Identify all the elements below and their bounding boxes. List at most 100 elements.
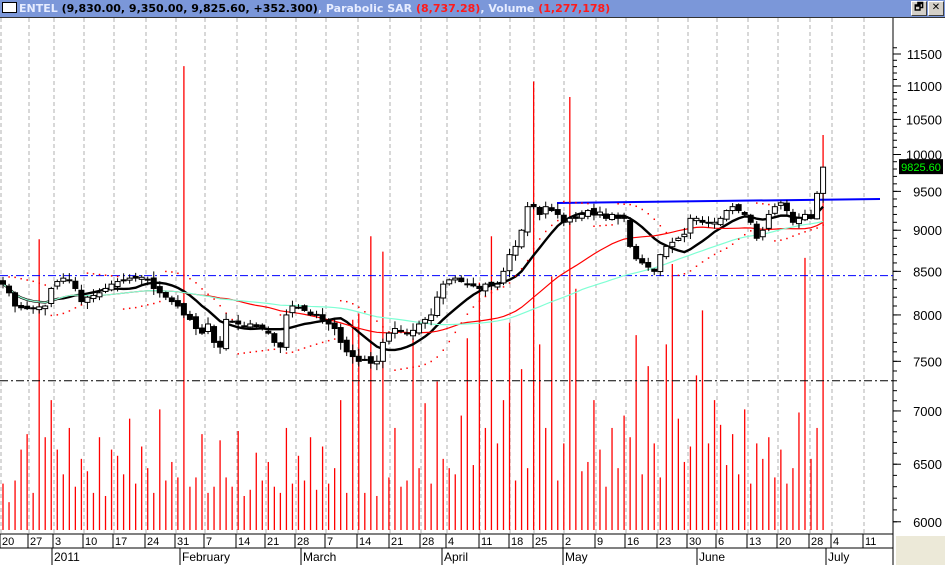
candle-body — [482, 283, 489, 292]
candle-body — [590, 208, 597, 215]
candle-body — [639, 258, 646, 264]
sar-dot — [750, 230, 752, 232]
candle-body — [337, 327, 344, 343]
candle-body — [331, 322, 338, 330]
volume-bars — [2, 66, 824, 530]
sar-dot — [279, 314, 282, 316]
candle-body — [645, 261, 652, 268]
sar-dot — [358, 306, 360, 308]
candle-body — [596, 211, 603, 216]
sar-dot — [147, 304, 149, 306]
candle-body — [663, 245, 670, 258]
candle-body — [452, 277, 459, 281]
sar-dot — [346, 300, 348, 303]
candle-body — [729, 206, 736, 212]
candle-body — [723, 210, 730, 220]
candle-body — [72, 280, 79, 289]
candle-body — [584, 210, 591, 217]
day-label: 21 — [267, 536, 279, 548]
sar-dot — [786, 237, 788, 240]
sar-dot — [303, 347, 306, 349]
candle-body — [603, 213, 609, 219]
sar-dot — [665, 231, 668, 234]
candle-body — [705, 221, 712, 224]
sar-dot — [86, 272, 89, 274]
sar-dot — [508, 282, 511, 284]
candle-body — [295, 306, 302, 309]
sar-dot — [219, 304, 221, 307]
month-label: June — [699, 550, 725, 564]
price-label: 9500 — [913, 184, 942, 199]
day-label: 14 — [359, 536, 371, 548]
day-label: 6 — [718, 536, 724, 548]
candle-body — [313, 313, 320, 316]
sar-dot — [466, 313, 469, 315]
candle-body — [259, 324, 266, 330]
candle-body — [217, 340, 224, 348]
sar-dot — [719, 250, 722, 252]
sar-dot — [520, 267, 523, 270]
sar-dot — [38, 282, 40, 284]
sar-dot — [816, 227, 818, 229]
sar-dot — [653, 218, 656, 221]
sar-dot — [50, 314, 53, 317]
candle-body — [651, 268, 658, 272]
sar-dot — [532, 247, 535, 250]
sar-dot — [743, 233, 746, 236]
sar-dot — [424, 363, 426, 366]
sar-dot — [448, 340, 451, 343]
parabolic-sar — [8, 200, 824, 371]
day-label: 21 — [391, 536, 403, 548]
sar-dot — [195, 282, 197, 284]
candle-body — [494, 283, 501, 288]
sar-dot — [56, 314, 59, 316]
sar-dot — [44, 284, 47, 286]
sar-dot — [122, 308, 125, 310]
sar-dot — [291, 351, 294, 353]
sar-dot — [171, 271, 173, 273]
last-price-value: 9825.60 — [901, 162, 941, 174]
sar-dot — [599, 225, 601, 227]
candle-body — [114, 281, 121, 287]
sar-dot — [575, 201, 577, 204]
sar-dot — [822, 224, 824, 226]
day-label: 24 — [147, 536, 159, 548]
sar-dot — [273, 348, 276, 351]
price-label: 7000 — [913, 404, 942, 419]
sar-dot — [436, 356, 438, 358]
sar-dot — [659, 224, 662, 227]
candle-body — [795, 217, 802, 225]
day-label: 10 — [85, 536, 97, 548]
candle-body — [186, 313, 193, 320]
price-chart[interactable]: 1150011000105001000095009000850080007500… — [0, 0, 945, 565]
month-label: May — [565, 550, 588, 564]
price-label: 6000 — [913, 515, 942, 530]
sar-dot — [623, 203, 625, 205]
candle-body — [241, 325, 248, 328]
candle-body — [627, 219, 634, 247]
candle-body — [367, 356, 374, 364]
sar-dot — [641, 208, 643, 211]
day-label: 7 — [327, 536, 333, 548]
candle-body — [783, 202, 790, 212]
candle-body — [771, 206, 778, 214]
candle-body — [615, 214, 622, 219]
candle-body — [168, 297, 175, 303]
candle-body — [789, 211, 796, 223]
day-label: 20 — [2, 536, 14, 548]
sar-dot — [352, 303, 354, 305]
candle-body — [132, 275, 139, 279]
sar-dot — [430, 360, 432, 363]
sar-dot — [62, 312, 65, 315]
candle-body — [108, 283, 115, 291]
sar-dot — [804, 231, 806, 233]
sar-dot — [635, 205, 637, 208]
candle-body — [283, 314, 290, 348]
candle-body — [235, 320, 242, 325]
candle-body — [428, 314, 435, 321]
sar-dot — [237, 353, 239, 355]
sar-dot — [514, 275, 517, 277]
sar-dot — [617, 203, 619, 205]
sar-dot — [707, 257, 710, 259]
day-label: 9 — [597, 536, 603, 548]
